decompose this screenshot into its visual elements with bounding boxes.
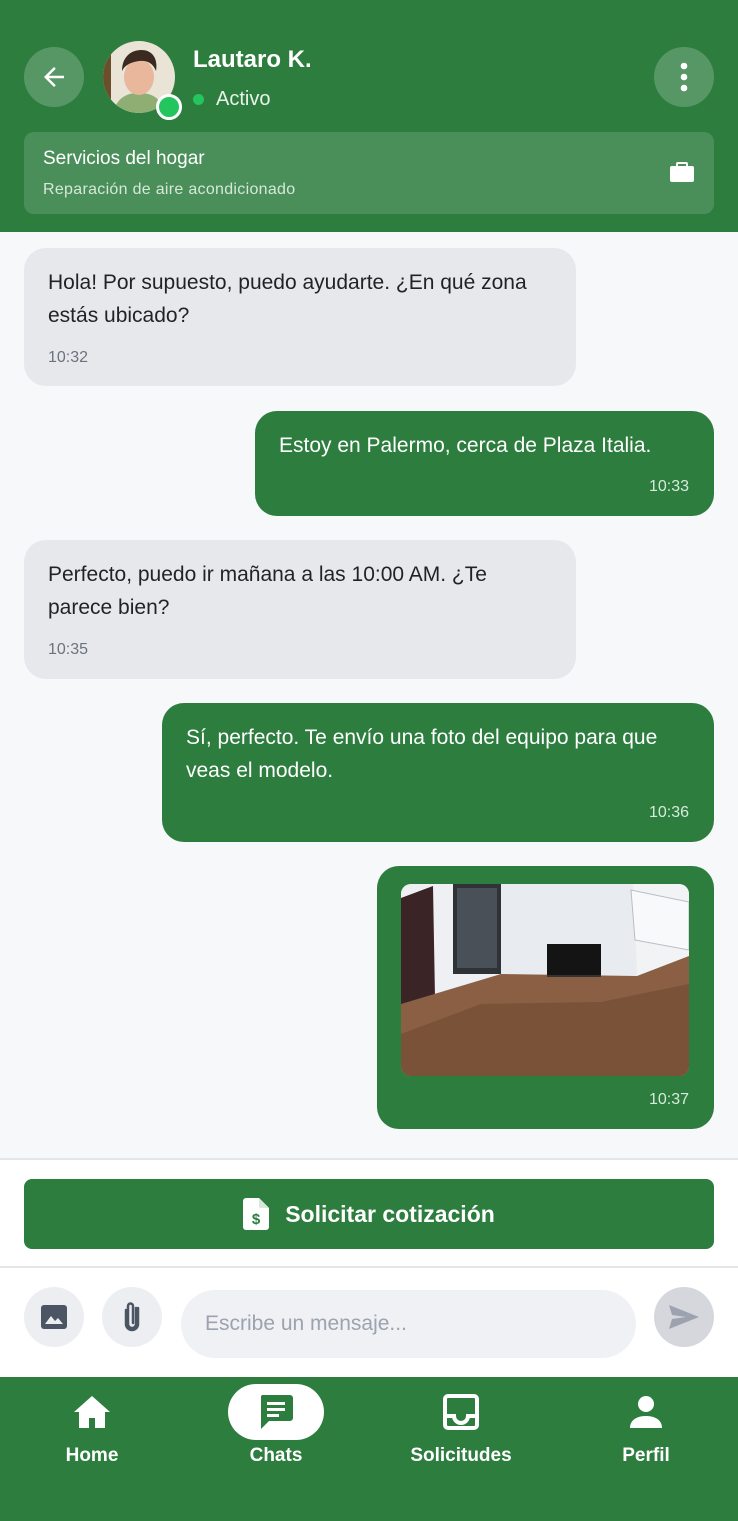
message-text: Hola! Por supuesto, puedo ayudarte. ¿En … — [48, 271, 527, 327]
message-outgoing-image: 10:37 — [377, 866, 714, 1129]
message-input[interactable] — [181, 1290, 636, 1358]
nav-label: Perfil — [622, 1445, 670, 1466]
paperclip-icon — [124, 1302, 140, 1332]
request-quote-button[interactable]: $ Solicitar cotización — [24, 1179, 714, 1249]
nav-label: Solicitudes — [410, 1445, 512, 1466]
nav-item-solicitudes[interactable]: Solicitudes — [369, 1377, 553, 1521]
message-outgoing: Sí, perfecto. Te envío una foto del equi… — [162, 703, 714, 842]
message-time: 10:37 — [648, 1091, 689, 1108]
send-icon — [669, 1305, 699, 1329]
arrow-left-icon — [44, 67, 64, 87]
attached-photo[interactable] — [401, 884, 689, 1076]
nav-item-home[interactable]: Home — [0, 1377, 184, 1521]
service-subtitle: Reparación de aire acondicionado — [43, 181, 296, 198]
nav-item-perfil[interactable]: Perfil — [554, 1377, 738, 1521]
svg-text:$: $ — [252, 1211, 261, 1228]
quote-bar: $ Solicitar cotización — [0, 1160, 738, 1266]
attach-button[interactable] — [102, 1287, 162, 1347]
invoice-dollar-icon: $ — [243, 1198, 270, 1230]
message-time: 10:33 — [648, 478, 689, 495]
back-button[interactable] — [24, 47, 84, 107]
more-options-button[interactable] — [654, 47, 714, 107]
nav-label: Home — [65, 1445, 119, 1466]
chat-icon — [228, 1384, 324, 1440]
status-dot — [193, 94, 204, 105]
gallery-button[interactable] — [24, 1287, 84, 1347]
message-time: 10:32 — [48, 349, 89, 366]
message-text: Estoy en Palermo, cerca de Plaza Italia. — [279, 434, 652, 457]
message-outgoing: Estoy en Palermo, cerca de Plaza Italia.… — [255, 411, 714, 516]
request-quote-label: Solicitar cotización — [285, 1200, 495, 1227]
chat-header: Lautaro K. Activo Servicios del hogar Re… — [0, 0, 738, 232]
message-composer — [0, 1268, 738, 1377]
message-time: 10:35 — [48, 641, 89, 658]
message-text: Sí, perfecto. Te envío una foto del equi… — [186, 726, 658, 782]
message-list[interactable]: Hola! Por supuesto, puedo ayudarte. ¿En … — [0, 232, 738, 1158]
briefcase-icon — [670, 162, 694, 182]
send-button[interactable] — [654, 1287, 714, 1347]
nav-label: Chats — [249, 1445, 303, 1466]
inbox-icon — [413, 1384, 509, 1440]
home-icon — [44, 1384, 140, 1440]
nav-item-chats[interactable]: Chats — [184, 1377, 368, 1521]
contact-name: Lautaro K. — [193, 46, 312, 73]
person-icon — [598, 1384, 694, 1440]
message-incoming: Perfecto, puedo ir mañana a las 10:00 AM… — [24, 540, 576, 679]
status-text: Activo — [216, 88, 271, 110]
message-time: 10:36 — [648, 804, 689, 821]
status-line: Activo — [193, 88, 270, 111]
service-title: Servicios del hogar — [43, 148, 205, 169]
message-incoming: Hola! Por supuesto, puedo ayudarte. ¿En … — [24, 248, 576, 386]
image-icon — [41, 1305, 67, 1329]
message-text: Perfecto, puedo ir mañana a las 10:00 AM… — [48, 563, 487, 619]
service-card[interactable]: Servicios del hogar Reparación de aire a… — [24, 132, 714, 214]
bottom-nav: Home Chats Solicitudes Perfil — [0, 1377, 738, 1521]
more-vertical-icon — [680, 62, 688, 92]
online-indicator — [156, 94, 182, 120]
